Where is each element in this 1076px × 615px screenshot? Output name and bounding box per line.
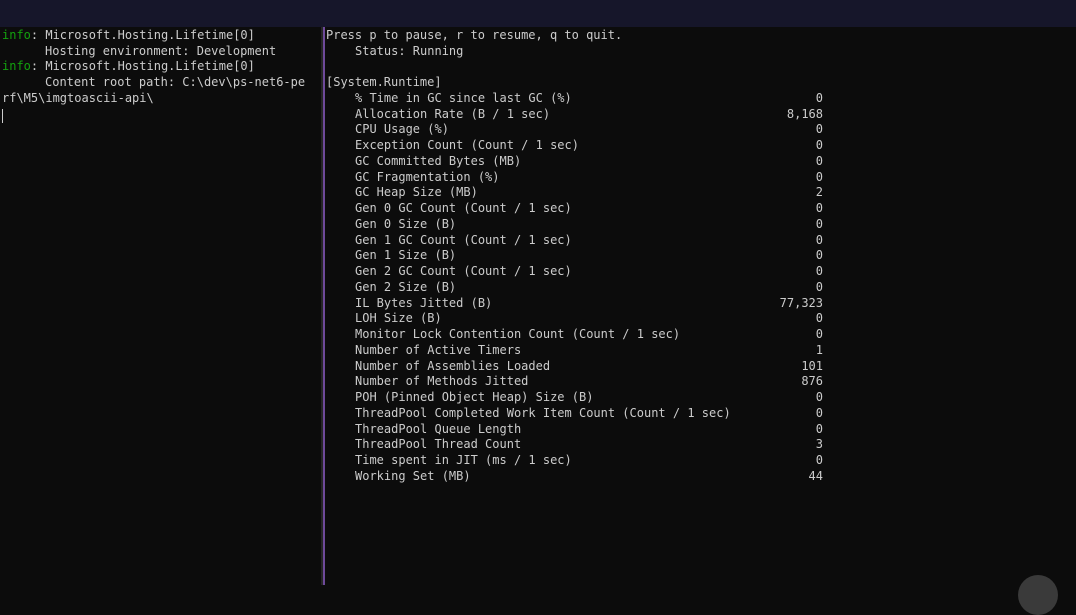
metric-value: 44: [808, 468, 823, 483]
metric-value: 0: [815, 138, 823, 153]
metric-value: 77,323: [779, 295, 823, 310]
metric-value: 0: [815, 169, 823, 184]
metric-value: 0: [815, 216, 823, 231]
metric-value: 0: [815, 453, 823, 468]
metric-name: % Time in GC since last GC (%): [355, 90, 572, 105]
log-message: Content root path: C:\dev\ps-net6-pe: [45, 75, 306, 90]
metric-value: 1: [815, 342, 823, 357]
metric-name: IL Bytes Jitted (B): [355, 295, 493, 310]
log-level-tag: info: [2, 59, 31, 74]
metric-value: 2: [815, 185, 823, 200]
metric-name: Number of Active Timers: [355, 342, 522, 357]
log-message: : Microsoft.Hosting.Lifetime[0]: [30, 28, 255, 42]
metric-value: 0: [815, 421, 823, 436]
metric-name: ThreadPool Completed Work Item Count (Co…: [355, 405, 731, 420]
metric-name: Allocation Rate (B / 1 sec): [355, 106, 551, 121]
log-line: Content root path: C:\dev\ps-net6-pe: [45, 75, 305, 91]
scroll-to-bottom-button[interactable]: [1018, 575, 1058, 615]
log-level-tag: info: [2, 28, 31, 42]
metric-name: Gen 1 Size (B): [355, 248, 457, 263]
metric-name: GC Fragmentation (%): [355, 169, 500, 184]
log-line: info: Microsoft.Hosting.Lifetime[0]: [2, 28, 255, 44]
metric-name: Gen 0 Size (B): [355, 216, 457, 231]
log-line: rf\M5\imgtoascii-api\: [2, 91, 154, 107]
metric-value: 0: [815, 122, 823, 137]
terminal-pane-right[interactable]: Press p to pause, r to resume, q to quit…: [326, 27, 1076, 585]
metric-name: Gen 2 Size (B): [355, 279, 457, 294]
metric-name: Number of Assemblies Loaded: [355, 358, 551, 373]
log-line: info: Microsoft.Hosting.Lifetime[0]: [2, 59, 255, 75]
metric-value: 0: [815, 279, 823, 294]
window-top-bar: [0, 0, 1076, 27]
metric-value: 0: [815, 232, 823, 247]
log-message: : Microsoft.Hosting.Lifetime[0]: [30, 59, 255, 74]
metric-value: 101: [801, 358, 823, 373]
metric-name: Monitor Lock Contention Count (Count / 1…: [355, 327, 681, 342]
metric-value: 3: [815, 437, 823, 452]
metric-name: Exception Count (Count / 1 sec): [355, 138, 579, 153]
metric-name: CPU Usage (%): [355, 122, 449, 137]
metric-value: 0: [815, 153, 823, 168]
metric-name: ThreadPool Thread Count: [355, 437, 522, 452]
metric-value: 876: [801, 374, 823, 389]
log-message: rf\M5\imgtoascii-api\: [2, 90, 154, 105]
metric-value: 0: [815, 90, 823, 105]
metric-name: GC Heap Size (MB): [355, 185, 478, 200]
log-line: Hosting environment: Development: [45, 44, 276, 60]
metric-name: GC Committed Bytes (MB): [355, 153, 522, 168]
metric-value: 0: [815, 248, 823, 263]
metric-value: 0: [815, 311, 823, 326]
terminal-pane-left[interactable]: info: Microsoft.Hosting.Lifetime[0] Hosti…: [0, 27, 321, 585]
metric-name: ThreadPool Queue Length: [355, 421, 522, 436]
metric-value: 0: [815, 405, 823, 420]
metric-name: LOH Size (B): [355, 311, 442, 326]
metric-name: Gen 1 GC Count (Count / 1 sec): [355, 232, 572, 247]
metric-value: 0: [815, 201, 823, 216]
metric-name: POH (Pinned Object Heap) Size (B): [355, 390, 594, 405]
metric-name: Working Set (MB): [355, 468, 471, 483]
metric-name: Number of Methods Jitted: [355, 374, 529, 389]
status-text: Status: Running: [355, 43, 464, 58]
provider-header: [System.Runtime]: [326, 75, 442, 90]
metric-value: 0: [815, 264, 823, 279]
terminal-window: { "left_pane": { "lines": [ {"tag": "inf…: [0, 0, 1076, 615]
metric-name: Gen 0 GC Count (Count / 1 sec): [355, 201, 572, 216]
metric-value: 0: [815, 390, 823, 405]
text-cursor: [2, 108, 3, 123]
metric-name: Gen 2 GC Count (Count / 1 sec): [355, 264, 572, 279]
active-pane-border: [323, 27, 325, 585]
key-instructions-text: Press p to pause, r to resume, q to quit…: [326, 28, 623, 42]
metric-name: Time spent in JIT (ms / 1 sec): [355, 453, 572, 468]
log-message: Hosting environment: Development: [45, 43, 277, 58]
metric-value: 8,168: [786, 106, 823, 121]
metric-value: 0: [815, 327, 823, 342]
